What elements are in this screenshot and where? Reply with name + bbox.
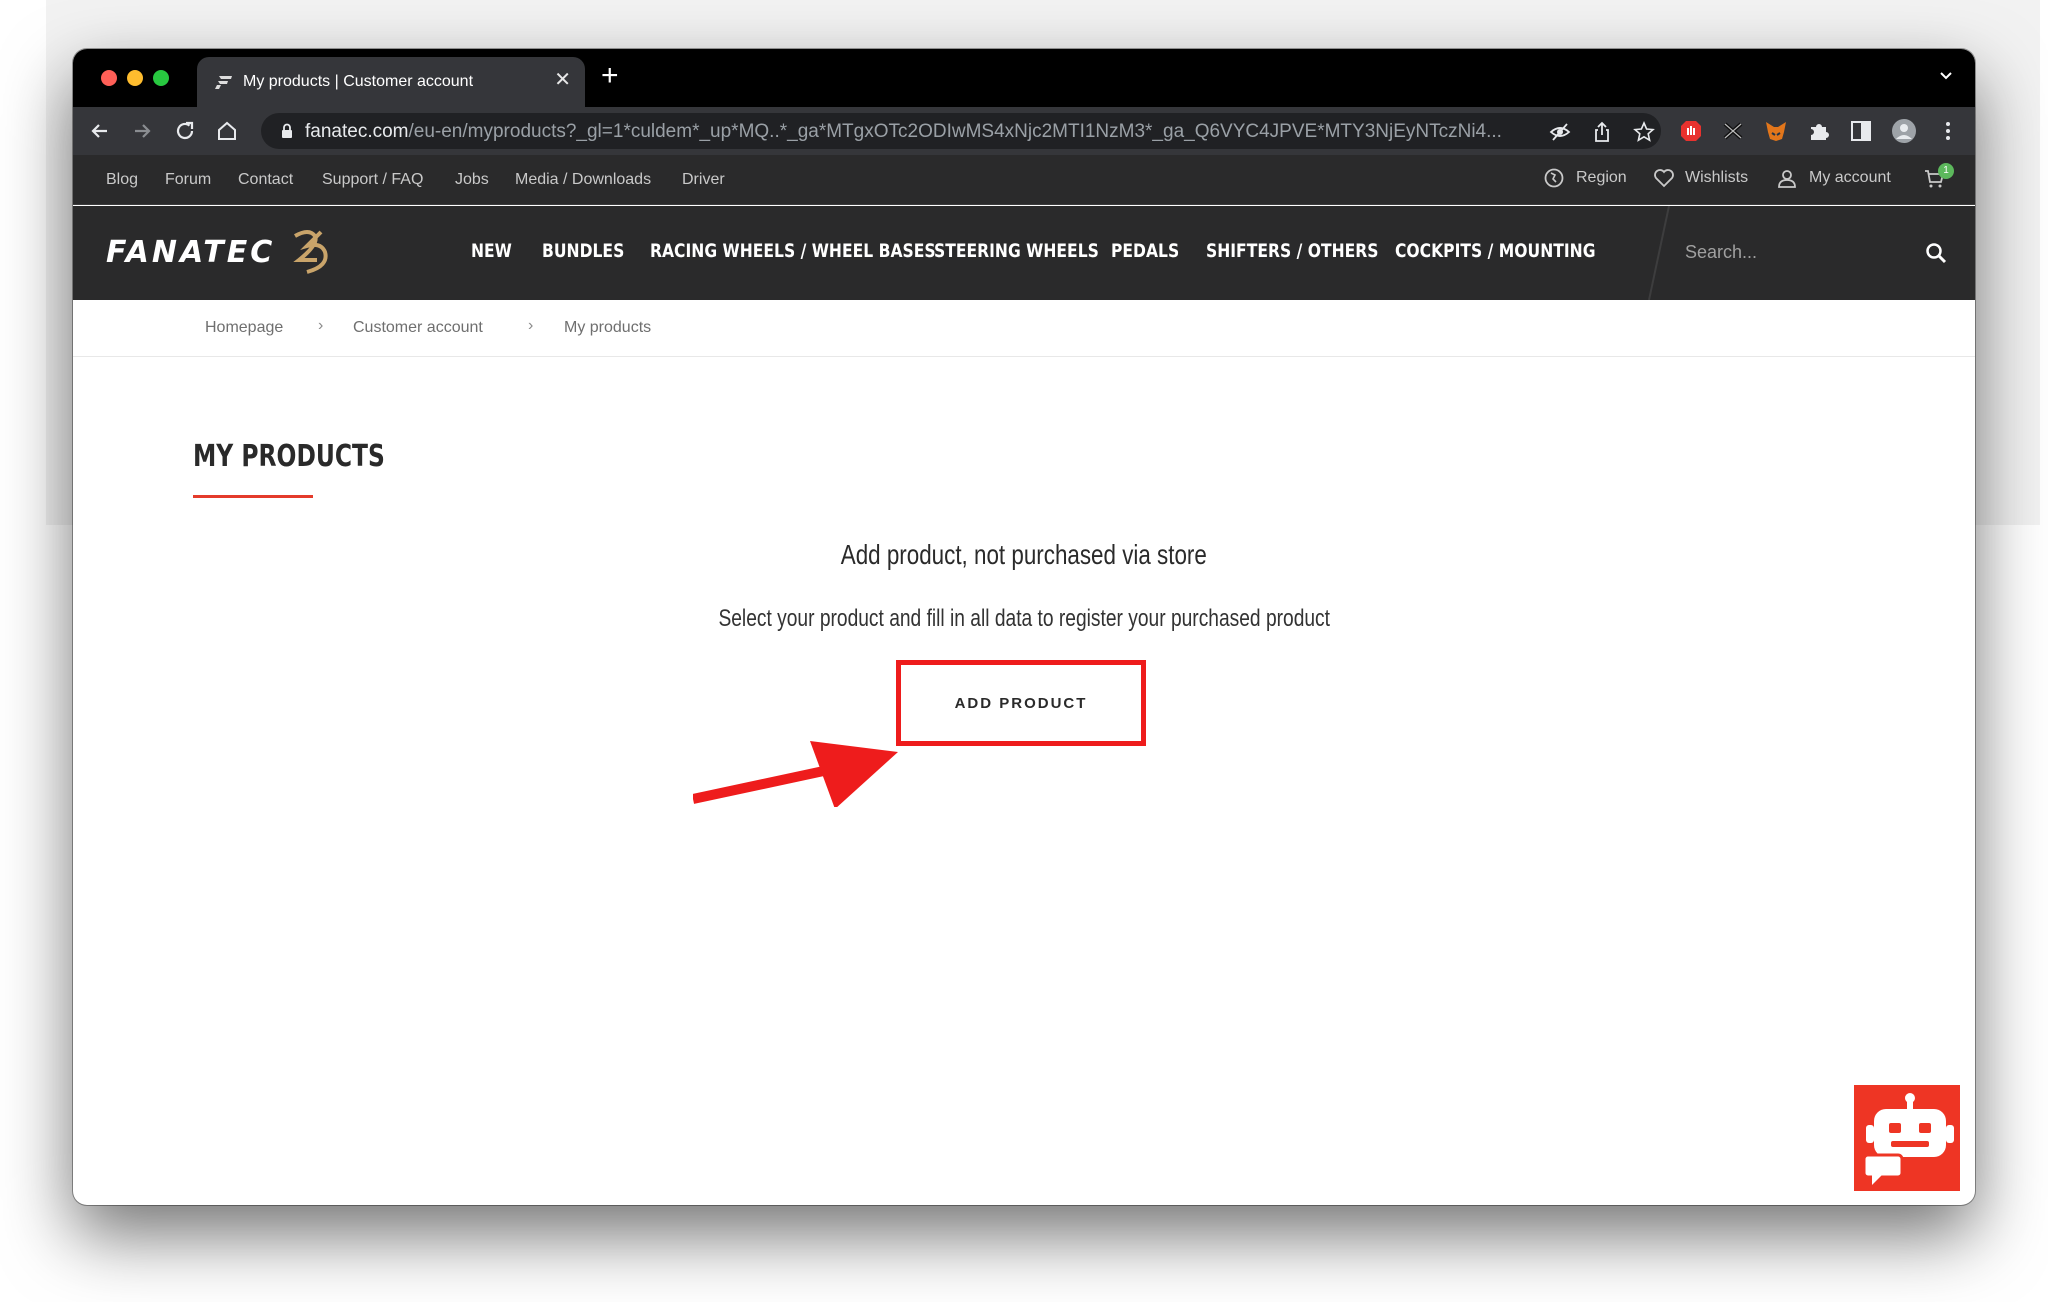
add-product-button[interactable]: ADD PRODUCT xyxy=(911,675,1131,731)
nav-item-pedals[interactable]: PEDALS xyxy=(1111,240,1179,262)
nav-item-new[interactable]: NEW xyxy=(471,240,512,262)
side-panel-icon[interactable] xyxy=(1848,118,1874,144)
title-underline xyxy=(193,495,313,498)
cart-count-badge: 1 xyxy=(1938,163,1954,179)
tab-title: My products | Customer account xyxy=(243,73,474,90)
breadcrumb-homepage[interactable]: Homepage xyxy=(205,319,283,337)
wishlists-link[interactable]: Wishlists xyxy=(1685,169,1748,187)
nav-item-bundles[interactable]: BUNDLES xyxy=(542,240,624,262)
add-product-heading: Add product, not purchased via store xyxy=(73,539,1975,571)
reload-icon[interactable] xyxy=(172,118,198,144)
page-title: MY PRODUCTS xyxy=(193,439,385,474)
url-host: fanatec.com xyxy=(305,121,409,142)
forward-arrow-icon[interactable] xyxy=(129,118,155,144)
browser-window: My products | Customer account ✕ + fanat… xyxy=(73,49,1975,1205)
nav-item-steering-wheels[interactable]: STEERING WHEELS xyxy=(934,240,1099,262)
nav-link-contact[interactable]: Contact xyxy=(238,171,293,189)
fanatec-favicon-icon xyxy=(215,76,232,89)
nav-item-racing-wheels[interactable]: RACING WHEELS / WHEEL BASES xyxy=(650,240,936,262)
annotation-highlight-box: ADD PRODUCT xyxy=(896,660,1146,746)
x-extension-icon[interactable] xyxy=(1720,118,1746,144)
region-link[interactable]: Region xyxy=(1576,169,1627,187)
nav-link-support-faq[interactable]: Support / FAQ xyxy=(322,171,423,189)
nav-link-forum[interactable]: Forum xyxy=(165,171,211,189)
chatbot-robot-icon xyxy=(1862,1093,1954,1185)
address-bar[interactable]: fanatec.com/eu-en/myproducts?_gl=1*culde… xyxy=(261,113,1661,149)
search-input[interactable] xyxy=(1685,236,1915,268)
profile-avatar-icon[interactable] xyxy=(1891,118,1917,144)
extensions-puzzle-icon[interactable] xyxy=(1806,118,1832,144)
url-text[interactable]: fanatec.com/eu-en/myproducts?_gl=1*culde… xyxy=(305,121,1545,143)
annotation-arrow-icon xyxy=(693,741,898,807)
chatbot-button[interactable] xyxy=(1854,1085,1960,1191)
nav-item-shifters-others[interactable]: SHIFTERS / OTHERS xyxy=(1206,240,1379,262)
nav-link-media-downloads[interactable]: Media / Downloads xyxy=(515,171,651,189)
nav-item-cockpits-mounting[interactable]: COCKPITS / MOUNTING xyxy=(1395,240,1595,262)
tab-search-chevron-icon[interactable] xyxy=(1939,69,1953,83)
url-path: /eu-en/myproducts?_gl=1*culdem*_up*MQ..*… xyxy=(408,121,1502,142)
add-product-description-text: Select your product and fill in all data… xyxy=(718,605,1330,632)
nav-link-blog[interactable]: Blog xyxy=(106,171,138,189)
eye-slash-icon[interactable] xyxy=(1549,121,1571,143)
home-icon[interactable] xyxy=(214,118,240,144)
close-window-button[interactable] xyxy=(101,70,117,86)
nav-link-driver[interactable]: Driver xyxy=(682,171,725,189)
account-user-icon[interactable] xyxy=(1776,167,1798,189)
bookmark-star-icon[interactable] xyxy=(1633,121,1655,143)
browser-tab[interactable]: My products | Customer account ✕ xyxy=(197,57,585,107)
lock-icon[interactable] xyxy=(281,123,293,139)
add-product-description: Select your product and fill in all data… xyxy=(73,605,1975,633)
breadcrumb-separator: › xyxy=(318,317,324,334)
wishlist-heart-icon[interactable] xyxy=(1653,167,1675,189)
metamask-fox-icon[interactable] xyxy=(1763,118,1789,144)
breadcrumb: Homepage › Customer account › My product… xyxy=(73,300,1975,357)
breadcrumb-separator: › xyxy=(528,317,534,334)
fanatec-logo[interactable]: FANATEC xyxy=(106,235,275,270)
close-tab-icon[interactable]: ✕ xyxy=(554,70,571,90)
new-tab-button[interactable]: + xyxy=(601,61,619,91)
search-icon[interactable] xyxy=(1925,242,1947,264)
minimize-window-button[interactable] xyxy=(127,70,143,86)
adblock-extension-icon[interactable] xyxy=(1678,118,1704,144)
utility-bar: Blog Forum Contact Support / FAQ Jobs Me… xyxy=(73,155,1975,205)
region-globe-icon[interactable] xyxy=(1543,167,1565,189)
breadcrumb-customer-account[interactable]: Customer account xyxy=(353,319,483,337)
back-arrow-icon[interactable] xyxy=(87,118,113,144)
main-navigation: FANATEC NEW BUNDLES RACING WHEELS / WHEE… xyxy=(73,206,1975,300)
browser-menu-icon[interactable] xyxy=(1935,118,1961,144)
browser-toolbar: fanatec.com/eu-en/myproducts?_gl=1*culde… xyxy=(73,107,1975,155)
nav-link-jobs[interactable]: Jobs xyxy=(455,171,489,189)
add-product-heading-text: Add product, not purchased via store xyxy=(840,539,1208,570)
maximize-window-button[interactable] xyxy=(153,70,169,86)
anniversary-25-logo-icon xyxy=(293,230,328,274)
breadcrumb-my-products: My products xyxy=(564,319,652,336)
my-account-link[interactable]: My account xyxy=(1809,169,1891,187)
share-icon[interactable] xyxy=(1591,121,1613,143)
tab-bar: My products | Customer account ✕ + xyxy=(73,49,1975,107)
